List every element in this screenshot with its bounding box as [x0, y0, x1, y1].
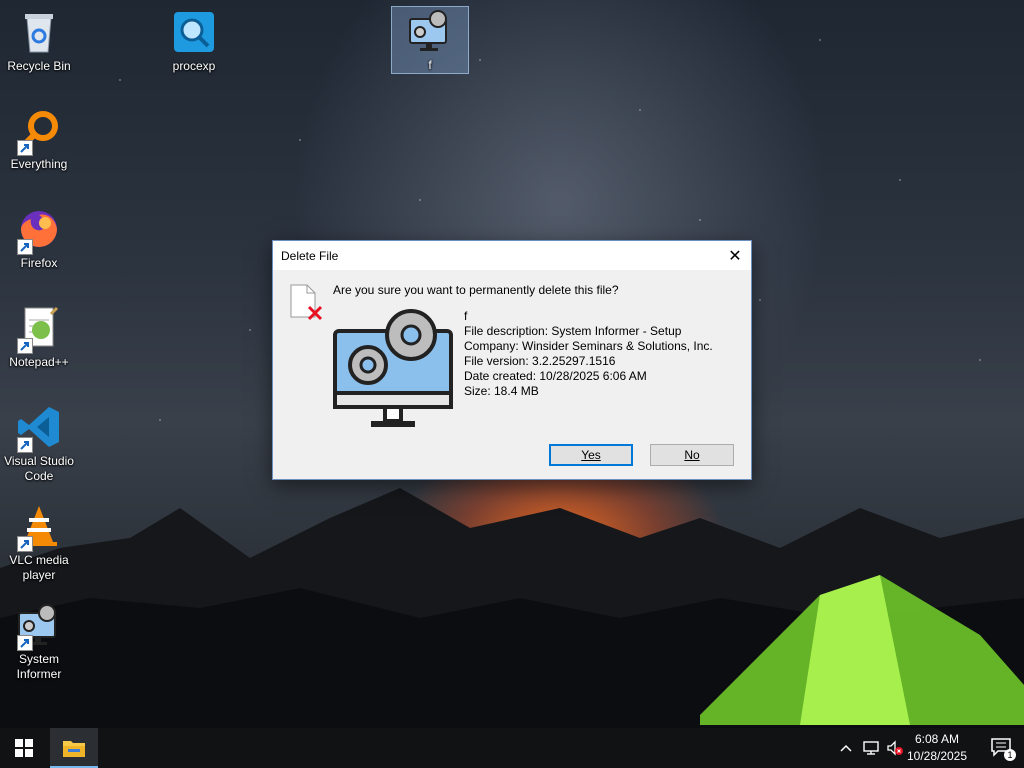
- file-name: f: [464, 309, 468, 323]
- start-button[interactable]: [0, 728, 48, 768]
- dialog-titlebar[interactable]: Delete File ✕: [273, 241, 751, 270]
- vscode-icon: [15, 403, 63, 453]
- shortcut-arrow-icon: [17, 437, 33, 453]
- clock-time: 6:08 AM: [914, 732, 960, 746]
- system-informer-setup-icon: [406, 7, 454, 55]
- desktop-icon-notepad-plus-plus[interactable]: Notepad++: [1, 304, 77, 370]
- desktop-icon-label: Notepad++: [9, 355, 69, 369]
- everything-search-icon: [15, 106, 63, 156]
- system-informer-icon: [15, 601, 63, 651]
- notification-count-badge: 1: [1004, 749, 1016, 761]
- notepad-plus-plus-icon: [15, 304, 63, 354]
- taskbar-clock[interactable]: 6:08 AM 10/28/2025: [902, 731, 972, 765]
- no-button-label: No: [684, 448, 700, 462]
- clock-date: 10/28/2025: [906, 749, 968, 763]
- confirmation-question: Are you sure you want to permanently del…: [333, 283, 619, 297]
- file-size: Size: 18.4 MB: [464, 384, 539, 398]
- desktop-icon-recycle-bin[interactable]: Recycle Bin: [1, 8, 77, 74]
- delete-file-warning-icon: [290, 284, 323, 321]
- desktop-icon-label: System Informer: [16, 652, 62, 681]
- desktop-icon-system-informer[interactable]: System Informer: [1, 601, 77, 682]
- file-version: File version: 3.2.25297.1516: [464, 354, 616, 368]
- desktop-icon-vlc[interactable]: VLC media player: [1, 502, 77, 583]
- file-info: f File description: System Informer - Se…: [464, 309, 713, 399]
- taskbar: 6:08 AM 10/28/2025 1: [0, 728, 1024, 768]
- vlc-icon: [15, 502, 63, 552]
- desktop-icon-label: procexp: [172, 59, 216, 73]
- desktop-icon-label: Firefox: [20, 256, 58, 270]
- folder-icon: [63, 741, 85, 757]
- shortcut-arrow-icon: [17, 635, 33, 651]
- desktop-icon-label: Visual Studio Code: [4, 454, 74, 483]
- desktop-icon-everything[interactable]: Everything: [1, 106, 77, 172]
- shortcut-arrow-icon: [17, 239, 33, 255]
- show-hidden-icons-button[interactable]: [836, 728, 856, 768]
- desktop-icon-label: VLC media player: [9, 553, 69, 582]
- action-center-button[interactable]: 1: [990, 737, 1016, 761]
- process-explorer-icon: [170, 8, 218, 56]
- desktop-icon-label: f: [428, 58, 432, 72]
- desktop-icon-f[interactable]: f: [391, 6, 469, 74]
- close-icon: ✕: [728, 247, 742, 265]
- tent-image: [700, 575, 1024, 725]
- desktop-icon-label: Everything: [10, 157, 68, 171]
- yes-button-label: Yes: [581, 448, 601, 462]
- firefox-icon: [15, 205, 63, 255]
- taskbar-file-explorer[interactable]: [50, 728, 98, 768]
- delete-file-dialog: Delete File ✕ Are you sure you want to p…: [272, 240, 752, 480]
- network-icon: [863, 741, 879, 755]
- desktop-icon-vscode[interactable]: Visual Studio Code: [1, 403, 77, 484]
- file-description: File description: System Informer - Setu…: [464, 324, 682, 338]
- file-date-created: Date created: 10/28/2025 6:06 AM: [464, 369, 647, 383]
- desktop-icon-label: Recycle Bin: [7, 59, 71, 73]
- yes-button[interactable]: Yes: [549, 444, 633, 466]
- chevron-up-icon: [840, 744, 852, 752]
- shortcut-arrow-icon: [17, 140, 33, 156]
- desktop-icon-firefox[interactable]: Firefox: [1, 205, 77, 271]
- close-button[interactable]: ✕: [719, 241, 751, 270]
- desktop-icon-procexp[interactable]: procexp: [156, 8, 232, 74]
- shortcut-arrow-icon: [17, 536, 33, 552]
- no-button[interactable]: No: [650, 444, 734, 466]
- file-company: Company: Winsider Seminars & Solutions, …: [464, 339, 713, 353]
- windows-logo-icon: [15, 739, 33, 757]
- shortcut-arrow-icon: [17, 338, 33, 354]
- network-tray-button[interactable]: [860, 728, 882, 768]
- dialog-title: Delete File: [281, 249, 339, 263]
- recycle-bin-icon: [15, 8, 63, 56]
- system-informer-setup-icon: [333, 309, 453, 427]
